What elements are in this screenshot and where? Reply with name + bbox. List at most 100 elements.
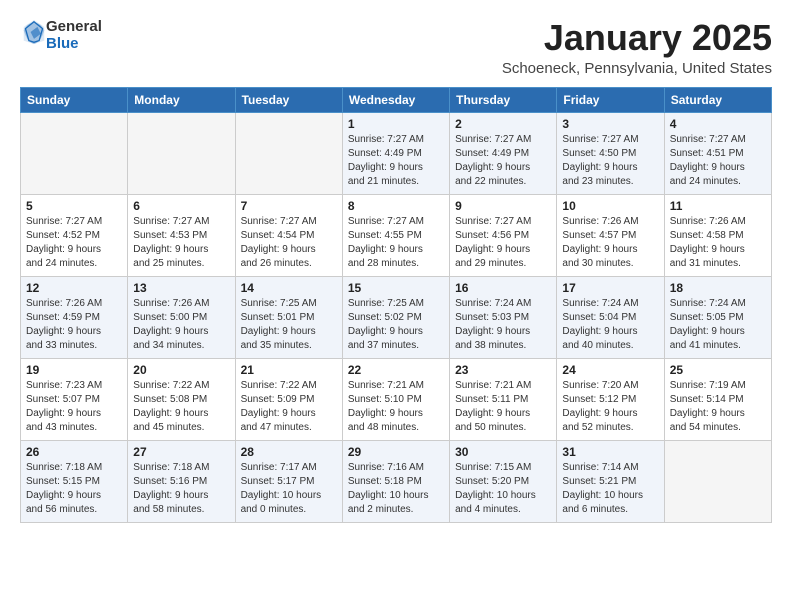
calendar-week-row: 19 Sunrise: 7:23 AM Sunset: 5:07 PM Dayli…	[21, 358, 772, 440]
day-number: 13	[133, 281, 229, 295]
day-info: Sunrise: 7:21 AM Sunset: 5:10 PM Dayligh…	[348, 379, 444, 435]
day-info: Sunrise: 7:27 AM Sunset: 4:52 PM Dayligh…	[26, 215, 122, 271]
table-row: 10Sunrise: 7:26 AM Sunset: 4:57 PM Dayli…	[557, 194, 664, 276]
day-number: 30	[455, 445, 551, 459]
page: General Blue January 2025 Schoeneck, Pen…	[0, 0, 792, 535]
day-number: 19	[26, 363, 122, 377]
day-info: Sunrise: 7:17 AM Sunset: 5:17 PM Dayligh…	[241, 461, 337, 517]
day-number: 21	[241, 363, 337, 377]
table-row: 15 Sunrise: 7:25 AM Sunset: 5:02 PM Dayli…	[342, 276, 449, 358]
day-info: Sunrise: 7:21 AM Sunset: 5:11 PM Dayligh…	[455, 379, 551, 435]
day-info: Sunrise: 7:18 AM Sunset: 5:15 PM Dayligh…	[26, 461, 122, 517]
table-row	[664, 440, 771, 522]
day-number: 15	[348, 281, 444, 295]
day-number: 12	[26, 281, 122, 295]
location: Schoeneck, Pennsylvania, United States	[502, 60, 772, 77]
day-number: 11	[670, 199, 766, 213]
day-info: Sunrise: 7:25 AM Sunset: 5:01 PM Dayligh…	[241, 297, 337, 353]
day-info: Sunrise: 7:15 AM Sunset: 5:20 PM Dayligh…	[455, 461, 551, 517]
day-info: Sunrise: 7:27 AM Sunset: 4:49 PM Dayligh…	[348, 133, 444, 189]
col-friday: Friday	[557, 87, 664, 112]
logo: General Blue	[20, 18, 102, 53]
col-tuesday: Tuesday	[235, 87, 342, 112]
day-info: Sunrise: 7:27 AM Sunset: 4:51 PM Dayligh…	[670, 133, 766, 189]
table-row: 8Sunrise: 7:27 AM Sunset: 4:55 PM Daylig…	[342, 194, 449, 276]
calendar-week-row: 1 Sunrise: 7:27 AM Sunset: 4:49 PM Daylig…	[21, 112, 772, 194]
day-number: 4	[670, 117, 766, 131]
day-number: 28	[241, 445, 337, 459]
day-info: Sunrise: 7:27 AM Sunset: 4:49 PM Dayligh…	[455, 133, 551, 189]
day-info: Sunrise: 7:27 AM Sunset: 4:56 PM Dayligh…	[455, 215, 551, 271]
day-number: 2	[455, 117, 551, 131]
day-number: 3	[562, 117, 658, 131]
day-number: 6	[133, 199, 229, 213]
day-info: Sunrise: 7:27 AM Sunset: 4:50 PM Dayligh…	[562, 133, 658, 189]
day-number: 20	[133, 363, 229, 377]
day-info: Sunrise: 7:22 AM Sunset: 5:08 PM Dayligh…	[133, 379, 229, 435]
day-number: 7	[241, 199, 337, 213]
col-monday: Monday	[128, 87, 235, 112]
col-wednesday: Wednesday	[342, 87, 449, 112]
table-row: 4 Sunrise: 7:27 AM Sunset: 4:51 PM Daylig…	[664, 112, 771, 194]
header-row: Sunday Monday Tuesday Wednesday Thursday…	[21, 87, 772, 112]
day-number: 29	[348, 445, 444, 459]
day-number: 5	[26, 199, 122, 213]
table-row: 26Sunrise: 7:18 AM Sunset: 5:15 PM Dayli…	[21, 440, 128, 522]
table-row: 19 Sunrise: 7:23 AM Sunset: 5:07 PM Dayli…	[21, 358, 128, 440]
table-row	[21, 112, 128, 194]
day-info: Sunrise: 7:24 AM Sunset: 5:03 PM Dayligh…	[455, 297, 551, 353]
day-number: 27	[133, 445, 229, 459]
table-row: 11 Sunrise: 7:26 AM Sunset: 4:58 PM Dayli…	[664, 194, 771, 276]
table-row: 28 Sunrise: 7:17 AM Sunset: 5:17 PM Dayli…	[235, 440, 342, 522]
calendar-week-row: 12Sunrise: 7:26 AM Sunset: 4:59 PM Dayli…	[21, 276, 772, 358]
calendar-week-row: 26Sunrise: 7:18 AM Sunset: 5:15 PM Dayli…	[21, 440, 772, 522]
col-saturday: Saturday	[664, 87, 771, 112]
table-row: 21 Sunrise: 7:22 AM Sunset: 5:09 PM Dayli…	[235, 358, 342, 440]
day-info: Sunrise: 7:23 AM Sunset: 5:07 PM Dayligh…	[26, 379, 122, 435]
table-row: 1 Sunrise: 7:27 AM Sunset: 4:49 PM Daylig…	[342, 112, 449, 194]
table-row: 2 Sunrise: 7:27 AM Sunset: 4:49 PM Daylig…	[450, 112, 557, 194]
logo-icon	[22, 18, 46, 46]
day-info: Sunrise: 7:24 AM Sunset: 5:05 PM Dayligh…	[670, 297, 766, 353]
day-info: Sunrise: 7:22 AM Sunset: 5:09 PM Dayligh…	[241, 379, 337, 435]
day-info: Sunrise: 7:26 AM Sunset: 4:58 PM Dayligh…	[670, 215, 766, 271]
table-row: 31 Sunrise: 7:14 AM Sunset: 5:21 PM Dayli…	[557, 440, 664, 522]
calendar-table: Sunday Monday Tuesday Wednesday Thursday…	[20, 87, 772, 523]
logo-general-text: General	[46, 18, 102, 35]
calendar-week-row: 5 Sunrise: 7:27 AM Sunset: 4:52 PM Daylig…	[21, 194, 772, 276]
table-row: 30 Sunrise: 7:15 AM Sunset: 5:20 PM Dayli…	[450, 440, 557, 522]
day-number: 9	[455, 199, 551, 213]
col-thursday: Thursday	[450, 87, 557, 112]
table-row: 14Sunrise: 7:25 AM Sunset: 5:01 PM Dayli…	[235, 276, 342, 358]
logo-blue-text: Blue	[46, 35, 79, 52]
day-info: Sunrise: 7:20 AM Sunset: 5:12 PM Dayligh…	[562, 379, 658, 435]
table-row: 27 Sunrise: 7:18 AM Sunset: 5:16 PM Dayli…	[128, 440, 235, 522]
day-info: Sunrise: 7:19 AM Sunset: 5:14 PM Dayligh…	[670, 379, 766, 435]
day-number: 22	[348, 363, 444, 377]
day-info: Sunrise: 7:26 AM Sunset: 4:57 PM Dayligh…	[562, 215, 658, 271]
day-number: 31	[562, 445, 658, 459]
day-number: 17	[562, 281, 658, 295]
table-row: 16 Sunrise: 7:24 AM Sunset: 5:03 PM Dayli…	[450, 276, 557, 358]
day-number: 16	[455, 281, 551, 295]
month-title: January 2025	[502, 18, 772, 58]
day-info: Sunrise: 7:27 AM Sunset: 4:53 PM Dayligh…	[133, 215, 229, 271]
table-row: 24 Sunrise: 7:20 AM Sunset: 5:12 PM Dayli…	[557, 358, 664, 440]
table-row: 20 Sunrise: 7:22 AM Sunset: 5:08 PM Dayli…	[128, 358, 235, 440]
table-row: 6 Sunrise: 7:27 AM Sunset: 4:53 PM Daylig…	[128, 194, 235, 276]
day-number: 1	[348, 117, 444, 131]
table-row: 3 Sunrise: 7:27 AM Sunset: 4:50 PM Daylig…	[557, 112, 664, 194]
day-number: 25	[670, 363, 766, 377]
day-info: Sunrise: 7:25 AM Sunset: 5:02 PM Dayligh…	[348, 297, 444, 353]
table-row: 13 Sunrise: 7:26 AM Sunset: 5:00 PM Dayli…	[128, 276, 235, 358]
day-number: 8	[348, 199, 444, 213]
day-info: Sunrise: 7:18 AM Sunset: 5:16 PM Dayligh…	[133, 461, 229, 517]
table-row: 18Sunrise: 7:24 AM Sunset: 5:05 PM Dayli…	[664, 276, 771, 358]
day-number: 24	[562, 363, 658, 377]
table-row: 17Sunrise: 7:24 AM Sunset: 5:04 PM Dayli…	[557, 276, 664, 358]
table-row: 22 Sunrise: 7:21 AM Sunset: 5:10 PM Dayli…	[342, 358, 449, 440]
day-info: Sunrise: 7:14 AM Sunset: 5:21 PM Dayligh…	[562, 461, 658, 517]
table-row: 5 Sunrise: 7:27 AM Sunset: 4:52 PM Daylig…	[21, 194, 128, 276]
table-row: 25 Sunrise: 7:19 AM Sunset: 5:14 PM Dayli…	[664, 358, 771, 440]
day-info: Sunrise: 7:26 AM Sunset: 5:00 PM Dayligh…	[133, 297, 229, 353]
